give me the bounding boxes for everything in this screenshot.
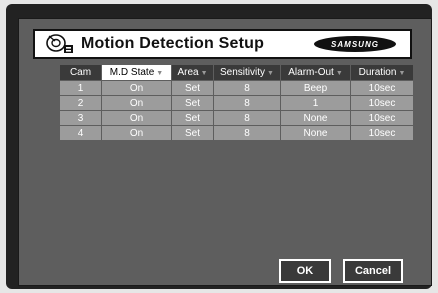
column-header-alarm-out[interactable]: Alarm-Out ▼ bbox=[280, 64, 351, 81]
table-row[interactable]: 2 On Set 8 1 10sec bbox=[59, 95, 414, 111]
dropdown-arrow-icon[interactable]: ▼ bbox=[201, 70, 208, 77]
cell-sensitivity[interactable]: 8 bbox=[213, 80, 281, 96]
cancel-button[interactable]: Cancel bbox=[343, 259, 403, 283]
table-header-row: Cam M.D State ▼ Area ▼ Sensitivity ▼ Alarm-… bbox=[59, 64, 414, 81]
cell-sensitivity[interactable]: 8 bbox=[213, 110, 281, 126]
cell-md-state[interactable]: On bbox=[101, 125, 172, 141]
samsung-logo: SAMSUNG bbox=[314, 36, 396, 52]
cell-area[interactable]: Set bbox=[171, 125, 214, 141]
column-header-sensitivity[interactable]: Sensitivity ▼ bbox=[213, 64, 281, 81]
cell-md-state[interactable]: On bbox=[101, 80, 172, 96]
cell-cam: 4 bbox=[59, 125, 102, 141]
cell-md-state[interactable]: On bbox=[101, 95, 172, 111]
cell-alarm-out[interactable]: Beep bbox=[280, 80, 351, 96]
column-header-duration[interactable]: Duration ▼ bbox=[350, 64, 414, 81]
column-header-area[interactable]: Area ▼ bbox=[171, 64, 214, 81]
table-row[interactable]: 4 On Set 8 None 10sec bbox=[59, 125, 414, 141]
panel-header: Motion Detection Setup SAMSUNG bbox=[33, 29, 412, 59]
column-header-md-state[interactable]: M.D State ▼ bbox=[101, 64, 172, 81]
dropdown-arrow-icon[interactable]: ▼ bbox=[267, 70, 274, 77]
cell-cam: 3 bbox=[59, 110, 102, 126]
ok-button[interactable]: OK bbox=[279, 259, 331, 283]
cell-alarm-out[interactable]: None bbox=[280, 125, 351, 141]
cell-area[interactable]: Set bbox=[171, 95, 214, 111]
column-header-cam: Cam bbox=[59, 64, 102, 81]
dropdown-arrow-icon[interactable]: ▼ bbox=[156, 70, 163, 77]
cell-area[interactable]: Set bbox=[171, 110, 214, 126]
table-row[interactable]: 1 On Set 8 Beep 10sec bbox=[59, 80, 414, 96]
monitor-frame: Motion Detection Setup SAMSUNG Cam M.D S… bbox=[6, 4, 432, 289]
page-title: Motion Detection Setup bbox=[81, 35, 265, 52]
dropdown-arrow-icon[interactable]: ▼ bbox=[398, 70, 405, 77]
cell-sensitivity[interactable]: 8 bbox=[213, 95, 281, 111]
cell-md-state[interactable]: On bbox=[101, 110, 172, 126]
cell-duration[interactable]: 10sec bbox=[350, 125, 414, 141]
cell-duration[interactable]: 10sec bbox=[350, 95, 414, 111]
cell-duration[interactable]: 10sec bbox=[350, 110, 414, 126]
motion-detection-table: Cam M.D State ▼ Area ▼ Sensitivity ▼ Alarm-… bbox=[59, 64, 414, 141]
cell-alarm-out[interactable]: 1 bbox=[280, 95, 351, 111]
cell-sensitivity[interactable]: 8 bbox=[213, 125, 281, 141]
cell-area[interactable]: Set bbox=[171, 80, 214, 96]
camera-icon bbox=[46, 34, 73, 53]
table-row[interactable]: 3 On Set 8 None 10sec bbox=[59, 110, 414, 126]
dropdown-arrow-icon[interactable]: ▼ bbox=[336, 70, 343, 77]
osd-panel: Motion Detection Setup SAMSUNG Cam M.D S… bbox=[18, 18, 432, 286]
cell-alarm-out[interactable]: None bbox=[280, 110, 351, 126]
cell-duration[interactable]: 10sec bbox=[350, 80, 414, 96]
cell-cam: 1 bbox=[59, 80, 102, 96]
cell-cam: 2 bbox=[59, 95, 102, 111]
